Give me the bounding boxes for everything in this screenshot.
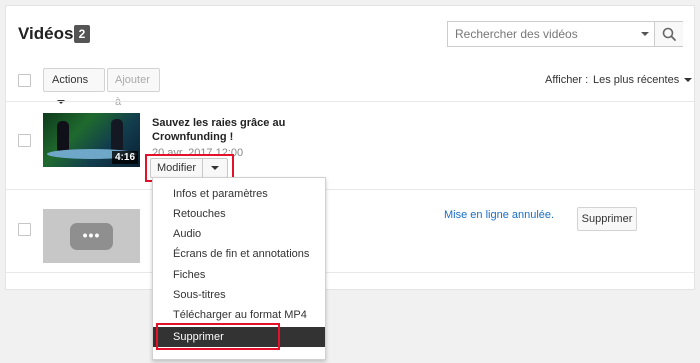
video-count-badge: 2 [74, 25, 90, 43]
video-thumbnail[interactable]: 4:16 [43, 113, 140, 167]
actions-button[interactable]: Actions [43, 68, 105, 105]
menu-item-end-screens[interactable]: Écrans de fin et annotations [153, 244, 325, 264]
menu-item-info-settings[interactable]: Infos et paramètres [153, 184, 325, 204]
video-duration: 4:16 [111, 151, 138, 164]
show-label: Afficher : [545, 74, 589, 86]
upload-cancelled-status: Mise en ligne annulée. [444, 209, 555, 221]
thumbnail-figure [57, 121, 69, 151]
select-all-checkbox[interactable] [18, 74, 31, 87]
videos-panel: Vidéos 2 Actions Ajouter à Afficher : Le… [5, 5, 695, 290]
sort-label: Les plus récentes [593, 74, 680, 86]
video-title[interactable]: Sauvez les raies grâce au Crownfunding ! [152, 116, 292, 144]
page-title: Vidéos [18, 24, 74, 43]
menu-item-enhancements[interactable]: Retouches [153, 204, 325, 224]
video-thumbnail-placeholder: ••• [43, 209, 140, 263]
video-checkbox[interactable] [18, 223, 31, 236]
thumbnail-figure [111, 119, 123, 151]
delete-button[interactable]: Supprimer [577, 207, 637, 231]
menu-item-audio[interactable]: Audio [153, 224, 325, 244]
menu-item-cards[interactable]: Fiches [153, 265, 325, 285]
search-button[interactable] [654, 22, 683, 46]
chevron-down-icon[interactable] [641, 32, 649, 36]
search-icon [662, 27, 676, 41]
divider [6, 101, 694, 102]
sort-dropdown[interactable]: Les plus récentes [593, 74, 693, 86]
add-to-button[interactable]: Ajouter à [107, 68, 160, 108]
divider [6, 272, 694, 273]
menu-item-subtitles[interactable]: Sous-titres [153, 285, 325, 305]
highlight-box [156, 323, 280, 350]
more-icon: ••• [70, 223, 113, 250]
actions-label: Actions [52, 74, 89, 86]
search-box[interactable] [447, 21, 683, 47]
chevron-down-icon [684, 78, 693, 83]
menu-item-download-mp4[interactable]: Télécharger au format MP4 [153, 305, 325, 325]
divider [6, 189, 694, 190]
video-checkbox[interactable] [18, 134, 31, 147]
search-input[interactable] [448, 22, 648, 46]
